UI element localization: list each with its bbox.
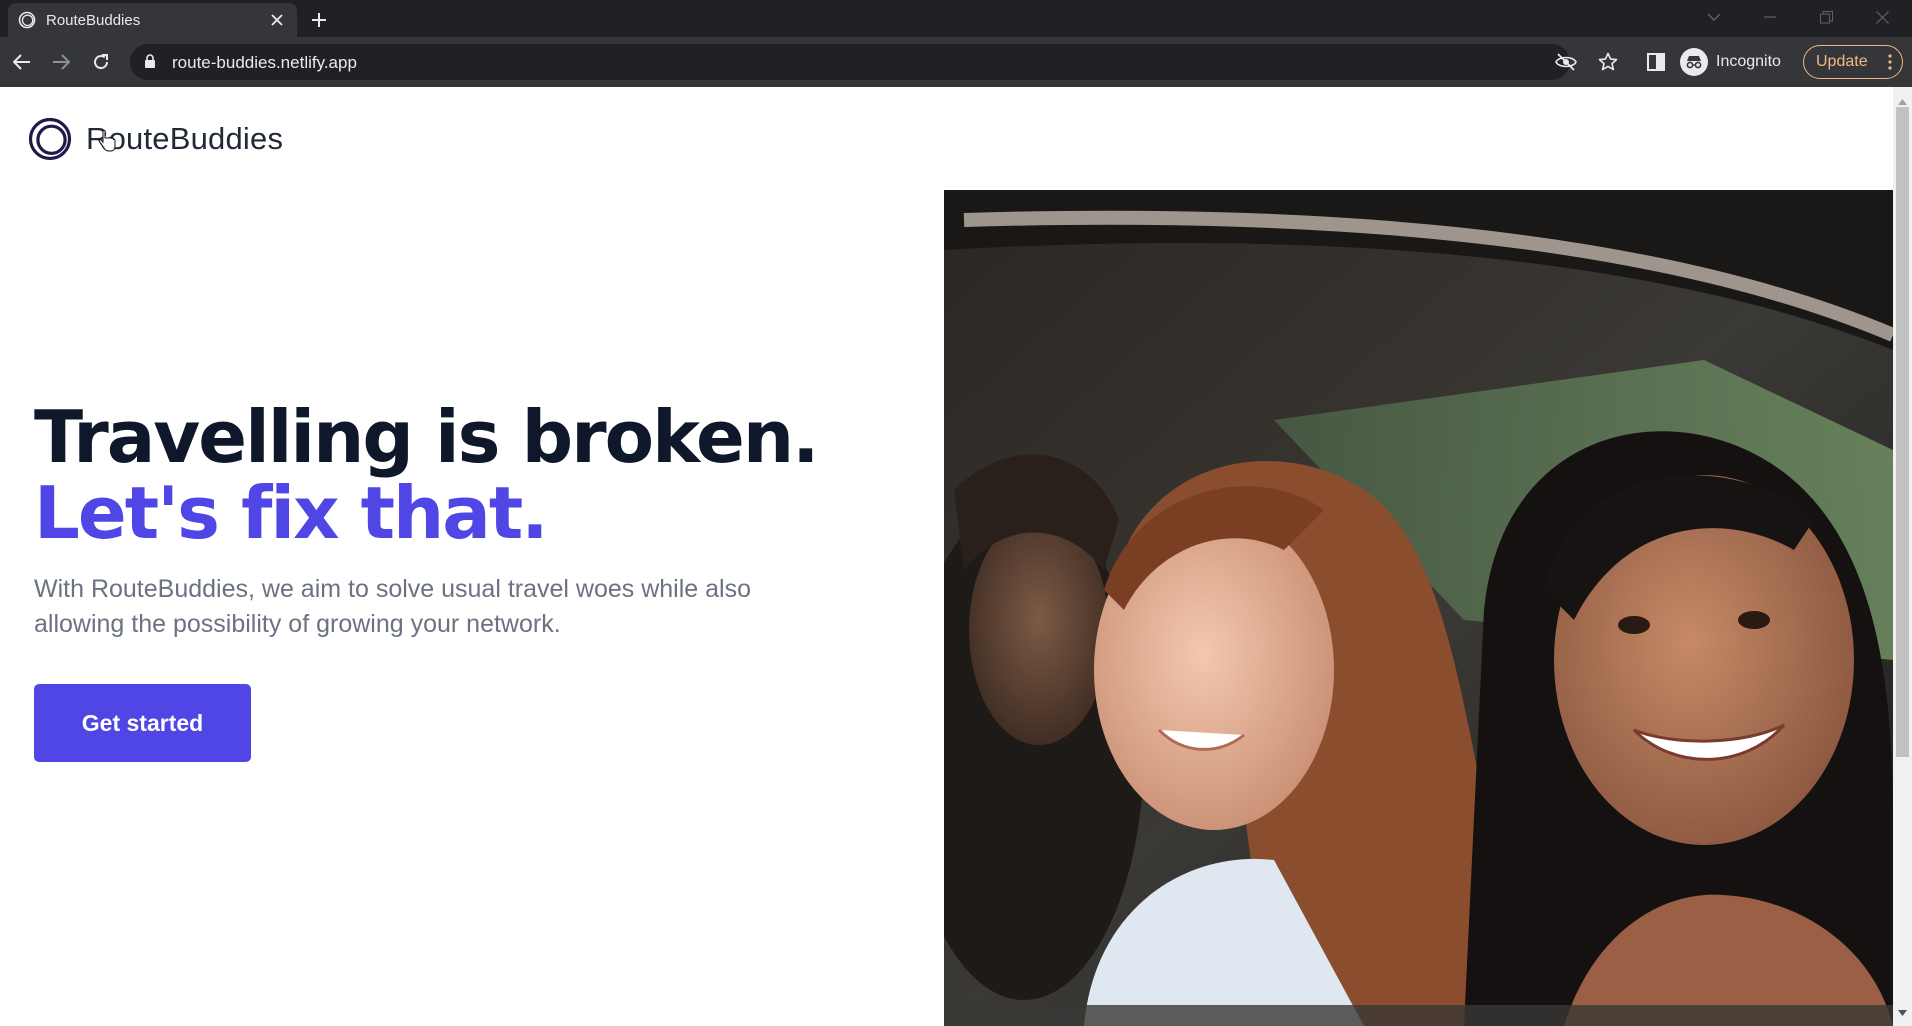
close-window-icon[interactable]: [1856, 0, 1908, 34]
hero-photo: [944, 190, 1893, 1026]
more-vert-icon[interactable]: [1888, 54, 1892, 75]
back-arrow-icon[interactable]: [5, 45, 39, 79]
page-scrollbar[interactable]: [1893, 87, 1912, 1026]
eye-off-icon[interactable]: [1554, 50, 1578, 74]
update-button[interactable]: Update: [1803, 45, 1903, 79]
browser-toolbar: route-buddies.netlify.app Incognito Upda…: [0, 37, 1912, 87]
lock-icon: [144, 54, 156, 74]
pointer-cursor-icon: [98, 130, 116, 152]
browser-tabstrip: RouteBuddies: [0, 0, 1912, 37]
close-icon[interactable]: [267, 10, 287, 30]
get-started-button[interactable]: Get started: [34, 684, 251, 762]
side-panel-icon[interactable]: [1639, 45, 1673, 79]
hero-headline: Travelling is broken. Let's fix that.: [34, 395, 819, 555]
scroll-thumb[interactable]: [1896, 107, 1909, 757]
star-icon[interactable]: [1596, 50, 1620, 74]
minimize-icon[interactable]: [1744, 0, 1796, 34]
incognito-indicator[interactable]: Incognito: [1680, 45, 1781, 79]
address-bar[interactable]: route-buddies.netlify.app: [130, 44, 1618, 80]
hero-description: With RouteBuddies, we aim to solve usual…: [34, 575, 752, 638]
restore-icon[interactable]: [1800, 0, 1852, 34]
favicon-ring-icon: [18, 11, 36, 29]
plus-icon[interactable]: [301, 3, 337, 37]
scroll-down-icon[interactable]: [1898, 1003, 1907, 1021]
brand-link[interactable]: RouteBuddies: [28, 117, 283, 161]
reload-icon[interactable]: [84, 45, 118, 79]
incognito-icon: [1680, 48, 1708, 76]
browser-tab[interactable]: RouteBuddies: [8, 3, 297, 37]
headline-line-2: Let's fix that.: [34, 471, 549, 555]
tab-title: RouteBuddies: [46, 11, 141, 29]
brand-logo-icon: [28, 117, 72, 161]
web-page: RouteBuddies Travelling is broken. Let's…: [0, 87, 1893, 1026]
forward-arrow-icon[interactable]: [44, 45, 78, 79]
address-url: route-buddies.netlify.app: [172, 53, 357, 72]
update-label: Update: [1816, 53, 1868, 70]
incognito-label: Incognito: [1716, 53, 1781, 70]
chevron-down-icon[interactable]: [1688, 0, 1740, 34]
headline-line-1: Travelling is broken.: [34, 395, 819, 479]
